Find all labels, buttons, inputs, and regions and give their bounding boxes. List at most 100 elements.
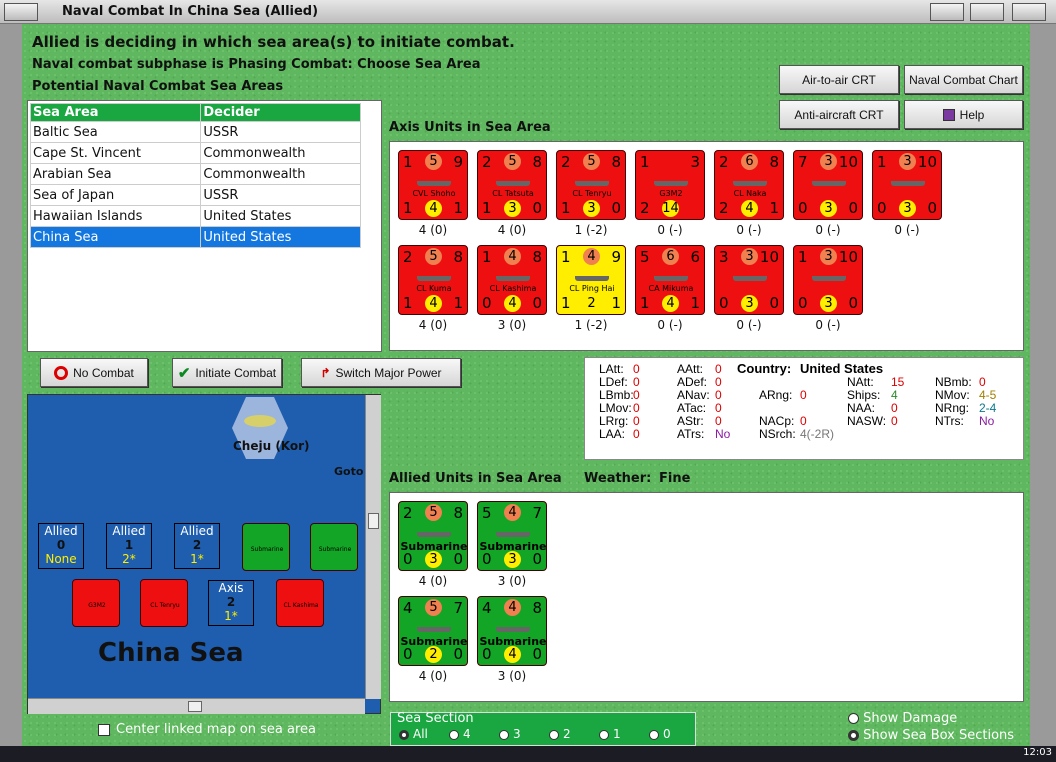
counter-bottom-left: 1 (482, 199, 492, 217)
unit-counter[interactable]: 5 7 0 0 4 3 Submarine (477, 501, 547, 571)
map-unit-counter[interactable]: CL Tenryu (140, 579, 188, 627)
sea-box[interactable]: Allied 0 None (38, 523, 84, 569)
scroll-thumb[interactable] (368, 513, 379, 529)
unit-stat: 4 (0) (418, 318, 448, 332)
counter-bottom-left: 2 (719, 199, 729, 217)
unit-counter[interactable]: 1 8 0 0 4 4 CL Kashima (477, 245, 547, 315)
radio-button[interactable] (499, 729, 509, 740)
stat-value: 4-5 (979, 388, 997, 402)
horizontal-scrollbar[interactable] (28, 698, 365, 714)
table-row[interactable]: Hawaiian Islands United States (29, 205, 361, 227)
column-header-decider[interactable]: Decider (200, 103, 361, 122)
air-to-air-crt-button[interactable]: Air-to-air CRT (779, 65, 899, 94)
switch-major-power-button[interactable]: ↱ Switch Major Power (301, 358, 461, 387)
close-button[interactable] (1012, 3, 1046, 21)
unit-name: CL Ping Hai (569, 284, 615, 293)
sea-section-radio[interactable]: All (399, 727, 428, 741)
stat-label: AStr: (677, 414, 704, 428)
radio-button[interactable] (848, 713, 859, 724)
naval-combat-chart-button[interactable]: Naval Combat Chart (904, 65, 1023, 94)
table-row[interactable]: Cape St. Vincent Commonwealth (29, 142, 361, 164)
unit-counter[interactable]: 1 10 0 0 3 3 (872, 150, 942, 220)
initiate-combat-button[interactable]: ✔ Initiate Combat (172, 358, 282, 387)
attack-circle: 4 (504, 504, 521, 521)
switch-arrow-icon: ↱ (320, 365, 331, 380)
center-map-checkbox-row[interactable]: Center linked map on sea area (98, 722, 316, 737)
sea-section-radio[interactable]: 0 (649, 727, 671, 741)
unit-name: CL Tenryu (572, 189, 612, 198)
help-button[interactable]: Help (904, 100, 1023, 129)
radio-button-selected[interactable] (399, 729, 409, 740)
checkbox[interactable] (98, 723, 110, 736)
attack-circle: 6 (741, 153, 758, 170)
radio-button[interactable] (599, 729, 609, 740)
sea-section-radio[interactable]: 3 (499, 727, 521, 741)
sea-section-radio[interactable]: 4 (449, 727, 471, 741)
scroll-thumb[interactable] (188, 701, 202, 712)
sea-box[interactable]: Allied 2 1* (174, 523, 220, 569)
defense-circle: 3 (741, 295, 758, 312)
attack-circle: 4 (583, 248, 600, 265)
show-sea-box-sections-radio[interactable]: Show Sea Box Sections (848, 728, 1014, 743)
sea-box-count: 2 (226, 595, 236, 609)
table-row[interactable]: Sea of Japan USSR (29, 184, 361, 206)
window-titlebar[interactable]: Naval Combat In China Sea (Allied) (0, 0, 1056, 24)
unit-counter[interactable]: 5 6 1 1 6 4 CA Mikuma (635, 245, 705, 315)
maximize-button[interactable] (970, 3, 1004, 21)
instruction-main: Allied is deciding in which sea area(s) … (32, 33, 515, 51)
unit-stat: 4 (0) (418, 669, 448, 683)
counter-top-right: 6 (690, 248, 700, 266)
unit-counter[interactable]: 1 10 0 0 3 3 (793, 245, 863, 315)
sea-section-radio[interactable]: 1 (599, 727, 621, 741)
column-header-sea-area[interactable]: Sea Area (29, 103, 202, 122)
table-row[interactable]: Arabian Sea Commonwealth (29, 163, 361, 185)
ship-silhouette-icon (417, 627, 451, 632)
unit-counter[interactable]: 1 9 1 1 5 4 CVL Shoho (398, 150, 468, 220)
radio-button[interactable] (649, 729, 659, 740)
unit-counter[interactable]: 3 10 0 0 3 3 (714, 245, 784, 315)
sea-area-table[interactable]: Sea Area Decider Baltic Sea USSR Cape St.… (29, 103, 361, 248)
show-damage-radio[interactable]: Show Damage (848, 711, 957, 726)
unit-counter[interactable]: 4 8 0 0 4 4 Submarine (477, 596, 547, 666)
allied-units-panel[interactable]: 2 8 0 0 5 3 Submarine 4 (0) 5 7 0 0 4 3 Submarine 3 (0)… (389, 492, 1024, 702)
no-combat-button[interactable]: No Combat (40, 358, 148, 387)
unit-counter[interactable]: 2 8 1 1 5 4 CL Kuma (398, 245, 468, 315)
sea-section-radio[interactable]: 2 (549, 727, 571, 741)
unit-counter[interactable]: 1 3 2 14 G3M2 (635, 150, 705, 220)
counter-top-right: 10 (838, 153, 858, 171)
stat-label: LBmb: (599, 388, 634, 402)
vertical-scrollbar[interactable] (365, 395, 381, 699)
axis-units-panel[interactable]: 1 9 1 1 5 4 CVL Shoho 4 (0) 2 8 1 0 5 3 CL Tatsuta 4 (0… (389, 141, 1024, 351)
ship-silhouette-icon (575, 181, 609, 186)
table-row[interactable]: Baltic Sea USSR (29, 121, 361, 143)
unit-counter[interactable]: 1 9 1 1 4 2 CL Ping Hai (556, 245, 626, 315)
unit-counter[interactable]: 2 8 0 0 5 3 Submarine (398, 501, 468, 571)
unit-counter[interactable]: 7 10 0 0 3 3 (793, 150, 863, 220)
counter-bottom-right: 1 (690, 294, 700, 312)
radio-button[interactable] (449, 729, 459, 740)
sea-box[interactable]: Axis 2 1* (208, 580, 254, 626)
counter-bottom-right: 0 (611, 199, 621, 217)
unit-counter[interactable]: 2 8 1 0 5 3 CL Tatsuta (477, 150, 547, 220)
map-unit-counter[interactable]: Submarine (310, 523, 358, 571)
map-unit-counter[interactable]: G3M2 (72, 579, 120, 627)
unit-name: CL Tatsuta (492, 189, 534, 198)
minimize-button[interactable] (930, 3, 964, 21)
sea-area-map[interactable]: Cheju (Kor) Goto China Sea Allied 0 None Al… (27, 394, 381, 714)
unit-counter[interactable]: 2 8 1 0 5 3 CL Tenryu (556, 150, 626, 220)
map-unit-counter[interactable]: Submarine (242, 523, 290, 571)
stat-value: 4(-2R) (800, 427, 835, 441)
anti-aircraft-crt-button[interactable]: Anti-aircraft CRT (779, 100, 899, 129)
stat-value: 0 (633, 427, 640, 441)
table-row-selected[interactable]: China Sea United States (29, 226, 361, 248)
sea-box[interactable]: Allied 1 2* (106, 523, 152, 569)
unit-counter[interactable]: 2 8 2 1 6 4 CL Naka (714, 150, 784, 220)
map-unit-counter[interactable]: CL Kashima (276, 579, 324, 627)
sea-area-list[interactable]: Sea Area Decider Baltic Sea USSR Cape St.… (27, 100, 382, 352)
radio-button-selected[interactable] (848, 730, 859, 741)
defense-circle: 4 (504, 295, 521, 312)
unit-counter[interactable]: 4 7 0 0 5 2 Submarine (398, 596, 468, 666)
radio-button[interactable] (549, 729, 559, 740)
system-menu-button[interactable] (4, 3, 38, 21)
stat-label: NACp: (759, 414, 795, 428)
